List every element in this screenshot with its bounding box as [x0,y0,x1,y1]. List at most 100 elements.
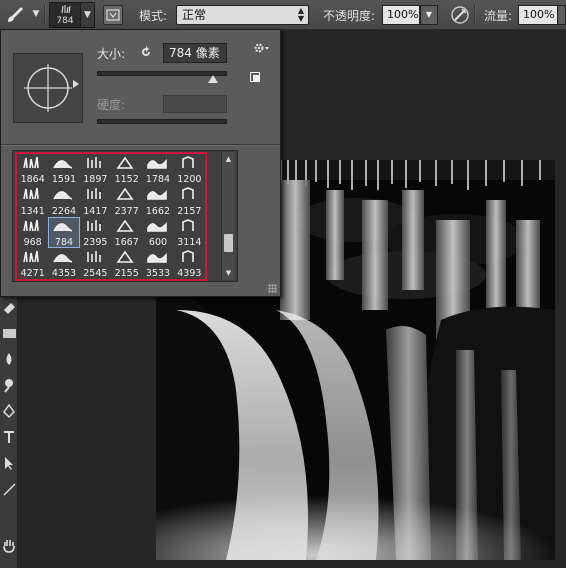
eraser-icon [4,303,15,314]
brush-size-label: 1864 [20,174,45,186]
brush-cell[interactable]: 1417 [80,185,111,217]
divider [1,144,280,145]
brush-thumbnail-icon [23,188,39,200]
type-tool-button[interactable] [0,426,18,448]
brush-cell[interactable]: 1200 [174,154,205,185]
eraser-tool-button[interactable] [0,296,18,318]
brush-cell[interactable]: 2545 [80,248,111,279]
brush-thumbnail-icon [61,5,71,14]
hardness-slider [97,119,227,124]
brush-cell[interactable]: 968 [17,217,48,248]
mode-label: 模式: [139,9,168,23]
brush-thumbnail-icon [181,218,194,231]
brush-size-label: 3114 [177,236,202,248]
brush-size-label: 1591 [51,174,77,186]
mode-value: 正常 [182,8,207,22]
reset-size-icon[interactable] [138,44,154,60]
brush-panel-toggle-button[interactable] [103,5,123,25]
brush-thumbnail-icon [86,157,101,168]
brush-thumbnail-icon [86,250,101,262]
gear-icon[interactable] [252,40,270,56]
hardness-input [163,95,227,113]
brush-cell[interactable]: 2157 [174,185,205,217]
scrollbar-thumb[interactable] [224,234,233,252]
pen-icon [3,403,15,419]
brush-size-label: 2155 [114,268,139,279]
brush-size-label: 4271 [20,268,45,279]
new-preset-icon[interactable] [250,72,260,82]
flow-input[interactable]: 100% [518,5,558,25]
brush-size-label: 1667 [114,236,139,248]
flow-slider-chevron-icon[interactable] [557,5,566,25]
pressure-opacity-icon[interactable] [449,4,471,26]
brush-size-label: 2545 [83,268,108,279]
brush-cell[interactable]: 1591 [48,154,79,185]
brush-cell[interactable]: 1152 [111,154,142,185]
brush-size-label: 4353 [51,268,77,279]
type-icon [4,431,14,443]
brush-list-scrollbar[interactable]: ▲ ▼ [221,152,235,280]
brush-cell[interactable]: 4393 [174,248,205,279]
dodge-tool-button[interactable] [0,374,18,396]
brush-cell[interactable]: 2377 [111,185,142,217]
scroll-up-icon[interactable]: ▲ [222,153,235,165]
brush-cell[interactable]: 1897 [80,154,111,185]
brush-thumbnail-icon [147,252,168,263]
brush-cell[interactable]: 1667 [111,217,142,248]
hand-icon [3,540,15,553]
pen-tool-button[interactable] [0,400,18,422]
brush-cell[interactable]: 4353 [48,248,79,279]
brush-thumbnail-icon [23,250,39,262]
path-selection-icon [5,457,13,470]
opacity-slider-chevron-icon[interactable]: ▼ [420,5,438,25]
brush-preset-chevron-down-icon[interactable]: ▼ [81,2,95,28]
brush-tip-preview[interactable] [13,53,83,123]
brush-cell[interactable]: 1784 [142,154,173,185]
resize-grip-icon[interactable] [268,284,277,293]
flow-label: 流量: [484,9,513,23]
gradient-tool-button[interactable] [0,322,18,344]
brush-size-label: 1897 [83,174,108,186]
brush-size-label: 1152 [114,174,139,186]
brush-cell[interactable]: 1662 [142,185,173,217]
size-slider-knob[interactable] [208,75,218,83]
brush-cell[interactable]: 4271 [17,248,48,279]
hardness-label: 硬度: [97,98,126,112]
brush-cell[interactable]: 1341 [17,185,48,217]
brush-thumbnail-icon [86,188,101,200]
brush-thumbnail-icon [181,156,194,168]
scroll-down-icon[interactable]: ▼ [222,267,235,279]
tool-preset-chevron-down-icon[interactable]: ▼ [31,7,41,21]
brush-thumbnail-icon [53,222,73,232]
brush-thumbnail-icon [116,219,134,232]
brush-cell[interactable]: 2264 [48,185,79,217]
line-tool-button[interactable] [0,478,18,500]
size-input[interactable]: 784 像素 [163,43,227,63]
gradient-icon [3,329,16,338]
mode-select[interactable]: 正常 ▲ ▼ [176,5,309,25]
brush-thumbnail-icon [53,160,73,169]
brush-cell[interactable]: 3114 [174,217,205,248]
brush-thumbnail-icon [147,158,168,169]
separator [474,5,475,25]
brush-cell[interactable]: 2155 [111,248,142,279]
brush-size-label: 1341 [20,205,45,217]
brush-tool-icon[interactable] [4,4,26,26]
opacity-input[interactable]: 100% [382,5,420,25]
brush-cell[interactable]: 784 [48,216,80,248]
hand-tool-button[interactable] [0,534,18,556]
brush-preset-picker[interactable]: 784 [49,2,81,28]
brush-preset-size: 784 [56,16,74,26]
options-bar: ▼ 784 ▼ 模式: 正常 ▲ ▼ 不透明度: 100% ▼ 流量: 100% [0,0,566,30]
brush-thumbnail-icon [23,156,39,169]
brush-cell[interactable]: 1864 [17,154,48,185]
brush-thumbnail-icon [181,249,194,262]
brush-size-label: 3533 [145,268,171,279]
brush-cell[interactable]: 3533 [142,248,173,279]
brush-cell[interactable]: 600 [142,217,173,248]
separator [44,5,45,25]
path-selection-tool-button[interactable] [0,452,18,474]
brush-cell[interactable]: 2395 [80,217,111,248]
blur-tool-button[interactable] [0,348,18,370]
brush-thumbnail-icon [53,253,73,263]
